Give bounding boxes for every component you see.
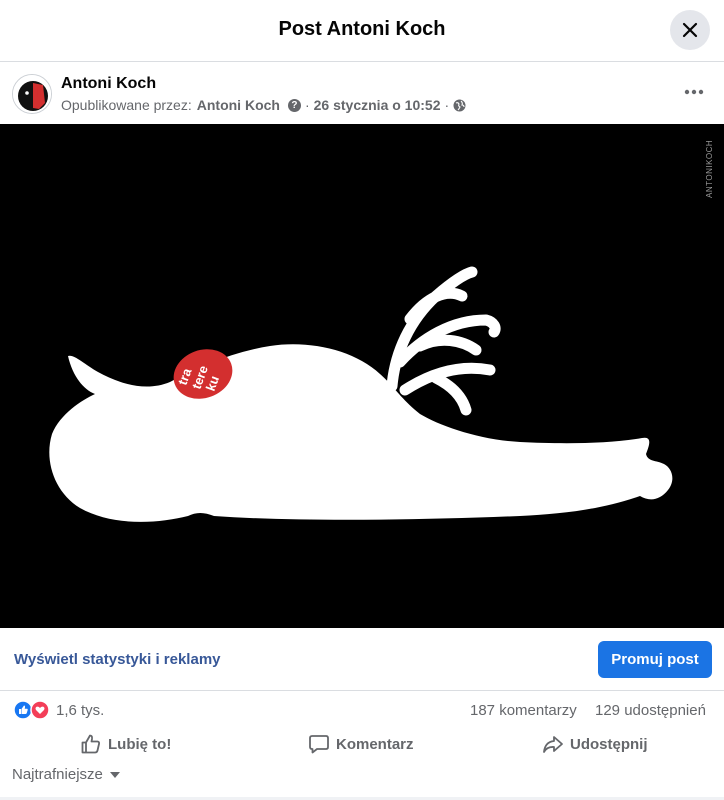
comments-sort-dropdown[interactable]: Najtrafniejsze bbox=[12, 766, 121, 783]
caret-down-icon bbox=[109, 771, 120, 778]
comment-button[interactable]: Komentarz bbox=[308, 730, 414, 758]
comment-bubble-icon bbox=[309, 735, 329, 754]
share-arrow-icon bbox=[543, 736, 563, 753]
post-date[interactable]: 26 stycznia o 10:52 bbox=[314, 97, 441, 113]
watermark: ANTONIKOCH bbox=[705, 140, 714, 198]
author-avatar[interactable] bbox=[12, 74, 52, 114]
thumbs-up-icon bbox=[81, 734, 100, 754]
reactions-summary: 1,6 tys. 187 komentarzy 129 udostępnień bbox=[0, 692, 724, 726]
like-button[interactable]: Lubię to! bbox=[80, 730, 171, 758]
watermark-text: ANTONIKOCH bbox=[705, 140, 714, 198]
close-button[interactable] bbox=[670, 10, 710, 50]
reactions-count[interactable]: 1,6 tys. bbox=[56, 702, 104, 719]
bird-illustration: tra tere ku bbox=[0, 124, 724, 628]
post-image[interactable]: tra tere ku ANTONIKOCH bbox=[0, 124, 724, 628]
promo-row: Wyświetl statystyki i reklamy Promuj pos… bbox=[0, 628, 724, 691]
avatar-illustration bbox=[13, 75, 51, 113]
sort-label: Najtrafniejsze bbox=[12, 766, 103, 783]
comment-label: Komentarz bbox=[336, 735, 414, 753]
help-icon[interactable]: ? bbox=[287, 98, 301, 112]
published-by-name[interactable]: Antoni Koch bbox=[197, 97, 280, 113]
dialog-header: Post Antoni Koch bbox=[0, 0, 724, 62]
post-meta: Opublikowane przez: Antoni Koch ? · 26 s… bbox=[61, 97, 466, 113]
share-label: Udostępnij bbox=[570, 735, 648, 753]
post-author-row: Antoni Koch Opublikowane przez: Antoni K… bbox=[0, 62, 724, 124]
more-icon bbox=[684, 89, 704, 95]
post-actions: Lubię to! Komentarz Udostępnij bbox=[0, 726, 724, 760]
shares-count[interactable]: 129 udostępnień bbox=[595, 702, 706, 719]
reaction-icons[interactable] bbox=[13, 700, 51, 720]
close-icon bbox=[682, 22, 698, 38]
promote-post-button[interactable]: Promuj post bbox=[598, 641, 712, 678]
author-name[interactable]: Antoni Koch bbox=[61, 75, 156, 93]
published-by-label: Opublikowane przez: bbox=[61, 97, 192, 113]
meta-separator: · bbox=[304, 97, 310, 113]
meta-separator-2: · bbox=[444, 97, 450, 113]
like-label: Lubię to! bbox=[108, 735, 172, 753]
share-button[interactable]: Udostępnij bbox=[542, 730, 648, 758]
comments-count[interactable]: 187 komentarzy bbox=[470, 702, 577, 719]
globe-icon[interactable] bbox=[453, 99, 466, 112]
view-insights-link[interactable]: Wyświetl statystyki i reklamy bbox=[14, 651, 221, 668]
more-options-button[interactable] bbox=[678, 80, 710, 104]
dialog-title: Post Antoni Koch bbox=[278, 18, 446, 40]
